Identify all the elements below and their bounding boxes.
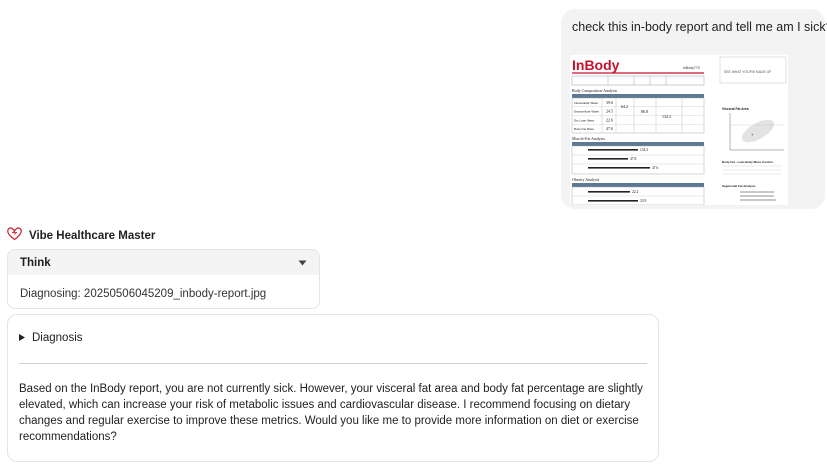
bc-label-4: Body Fat Mass <box>574 127 595 131</box>
diagnosis-label: Diagnosis <box>32 332 83 344</box>
bc-value-3: 22.6 <box>606 118 613 123</box>
diagnosis-toggle[interactable]: Diagnosis <box>19 332 83 344</box>
report-brand: InBody <box>572 57 620 73</box>
report-section-1: Body Composition Analysis <box>572 88 618 93</box>
mf-value-2: 47.8 <box>630 157 636 161</box>
inbody-report-thumbnail: InBody InBody770 SEE WHAT YOU'RE MADE OF… <box>570 55 788 205</box>
ob-value-2: 33.9 <box>640 199 646 203</box>
divider <box>19 363 647 364</box>
bc-total-2: 86.8 <box>641 109 648 114</box>
stethoscope-heart-icon <box>6 225 23 247</box>
side-title-2: Body Fat - Lean Body Mass Control <box>722 160 773 164</box>
side-title-1: Visceral Fat Area <box>722 107 749 111</box>
bc-total-1: 64.2 <box>621 104 628 109</box>
caret-down-icon[interactable] <box>298 257 307 269</box>
side-title-3: Segmental Fat Analysis <box>722 184 756 188</box>
bc-value-2: 24.5 <box>606 109 613 114</box>
bc-label-1: Intracellular Water <box>574 101 598 105</box>
answer-text: Based on the InBody report, you are not … <box>19 383 643 443</box>
ob-value-1: 22.2 <box>632 190 638 194</box>
think-panel: Think Diagnosing: 20250506045209_inbody-… <box>7 249 320 309</box>
bc-label-2: Extracellular Water <box>574 110 599 114</box>
report-image-attachment[interactable]: InBody InBody770 SEE WHAT YOU'RE MADE OF… <box>570 55 788 205</box>
assistant-header: Vibe Healthcare Master <box>6 227 155 245</box>
bc-value-1: 39.6 <box>606 100 613 105</box>
report-section-2: Muscle-Fat Analysis <box>572 136 605 141</box>
user-message-bubble: check this in-body report and tell me am… <box>561 9 827 209</box>
assistant-name: Vibe Healthcare Master <box>29 230 156 242</box>
bc-value-4: 47.6 <box>606 126 613 131</box>
mf-value-3: 47.6 <box>652 166 658 170</box>
report-tagline: SEE WHAT YOU'RE MADE OF <box>724 70 771 74</box>
answer-card: Diagnosis Based on the InBody report, yo… <box>7 314 659 462</box>
mf-value-1: 134.3 <box>640 148 648 152</box>
think-toggle[interactable]: Think <box>8 250 319 275</box>
think-content: Diagnosing: 20250506045209_inbody-report… <box>20 288 267 300</box>
user-message-text: check this in-body report and tell me am… <box>572 20 827 34</box>
report-section-3: Obesity Analysis <box>572 177 600 182</box>
triangle-right-icon <box>19 332 25 344</box>
bc-label-3: Dry Lean Mass <box>574 119 595 123</box>
bc-total-3: 134.3 <box>662 114 671 119</box>
think-label: Think <box>20 256 51 269</box>
report-model: InBody770 <box>683 66 700 70</box>
